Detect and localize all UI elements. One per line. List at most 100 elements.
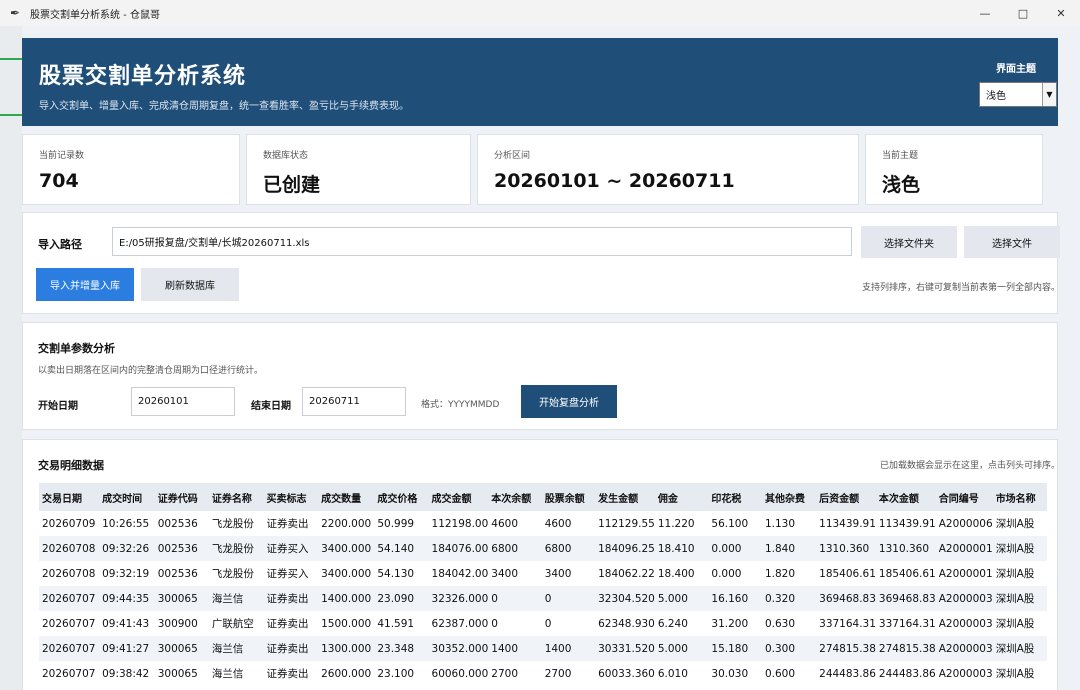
analysis-panel: 交割单参数分析 以卖出日期落在区间内的完整清仓周期为口径进行统计。 开始日期 2… [22,322,1058,430]
table-cell: 3400.000 [318,536,375,561]
table-row[interactable]: 20260707 09:38:42 300065 海兰信 证券卖出 2600.000 23.… [39,661,1047,686]
table-cell: 002536 [157,567,198,580]
table-cell: 30352.000 [428,636,489,661]
table-cell: 1400.000 [318,586,375,611]
table-cell: 300900 [157,617,198,630]
column-header[interactable]: 买卖标志 [263,483,319,511]
table-cell: 6.010 [657,667,688,680]
table-cell: 1.130 [764,517,796,530]
table-cell: 1310.360 [816,536,876,561]
table-cell: 09:41:43 [102,617,150,630]
column-header[interactable]: 成交数量 [318,483,375,511]
column-header[interactable]: 其他杂费 [761,483,817,511]
table-cell: 0 [541,586,596,611]
column-header[interactable]: 成交金额 [428,483,489,511]
table-row[interactable]: 20260707 09:44:35 300065 海兰信 证券卖出 1400.000 23.… [39,586,1047,611]
table-cell: 60033.360 [598,667,655,680]
column-header[interactable]: 佣金 [654,483,709,511]
table-cell: 深圳A股 [995,618,1035,630]
stat-card-range: 分析区间 20260101 ~ 20260711 [477,134,859,205]
column-header[interactable]: 交易日期 [39,483,100,511]
table-cell: 60060.000 [431,667,489,680]
table-cell: 5.000 [654,636,709,661]
table-cell: 1400 [541,636,596,661]
column-header[interactable]: 后资金额 [816,483,876,511]
table-cell: 1500.000 [321,617,372,630]
table-row[interactable]: 20260708 09:32:26 002536 飞龙股份 证券买入 3400.000 54… [39,536,1047,561]
table-cell: 0.630 [764,617,796,630]
table-cell: 1.840 [761,536,817,561]
table-cell: 3400 [491,567,519,580]
app-client: 股票交割单分析系统 导入交割单、增量入库、完成清仓周期复盘，统一查看胜率、盈亏比… [22,26,1080,690]
column-header[interactable]: 股票余额 [541,483,596,511]
table-cell: 184076.00 [428,536,489,561]
table-cell: 深圳A股 [995,668,1035,680]
start-date-label: 开始日期 [38,401,78,412]
table-cell: 300065 [154,586,209,611]
close-button[interactable]: ✕ [1042,0,1080,26]
import-path-input[interactable]: E:/05研报复盘/交割单/长城20260711.xls [112,227,852,256]
table-cell: A2000006 [938,517,993,530]
table-cell: 18.400 [657,567,695,580]
table-cell: 10:26:55 [102,517,150,530]
table-cell: 002536 [154,536,209,561]
column-header[interactable]: 发生金额 [595,483,655,511]
table-cell: 2700 [491,667,519,680]
column-header[interactable]: 印花税 [708,483,762,511]
table-cell: 深圳A股 [992,536,1047,561]
table-cell: 6.240 [657,617,688,630]
import-button[interactable]: 导入并增量入库 [36,268,134,301]
theme-select[interactable]: 浅色 ▼ [979,82,1057,107]
analysis-desc: 以卖出日期落在区间内的完整清仓周期为口径进行统计。 [38,366,264,376]
table-row[interactable]: 20260707 09:41:27 300065 海兰信 证券卖出 1300.000 23.… [39,636,1047,661]
refresh-db-button[interactable]: 刷新数据库 [141,268,239,301]
maximize-button[interactable]: □ [1004,0,1042,26]
table-cell: 0 [491,617,498,630]
table-row[interactable]: 20260709 10:26:55 002536 飞龙股份 证券卖出 2200.000 50… [39,511,1047,536]
table-cell: 1400 [488,636,542,661]
table-cell: 62348.930 [598,617,655,630]
table-cell: 62387.000 [431,617,489,630]
chevron-down-icon[interactable]: ▼ [1042,83,1056,106]
column-header[interactable]: 证券名称 [208,483,264,511]
table-cell: 1.820 [764,567,796,580]
table-cell: 30331.520 [595,636,655,661]
table-cell: 244483.86 [819,667,876,680]
table-cell: 证券卖出 [263,586,319,611]
column-header[interactable]: 成交价格 [374,483,429,511]
stat-card-db-status: 数据库状态 已创建 [246,134,471,205]
table-cell: 56.100 [711,517,749,530]
table-cell: 1310.360 [875,536,936,561]
table-cell: 证券卖出 [266,618,309,630]
column-header[interactable]: 证券代码 [154,483,209,511]
column-header[interactable]: 本次金额 [875,483,936,511]
table-cell: 1300.000 [318,636,375,661]
choose-folder-button[interactable]: 选择文件夹 [861,226,957,258]
stat-card-theme: 当前主题 浅色 [865,134,1043,205]
table-cell: 20260707 [39,636,100,661]
feather-icon: ✒ [10,6,21,20]
table-cell: 2700 [544,667,572,680]
table-cell: 274815.38 [816,636,876,661]
minimize-button[interactable]: — [966,0,1004,26]
column-header[interactable]: 本次余额 [488,483,542,511]
stat-label: 当前主题 [882,151,919,161]
table-cell: 32304.520 [595,586,655,611]
table-cell: A2000003 [935,586,993,611]
trades-table: 交易日期 成交时间 证券代码 证券名称 买卖标志 成交数量 成交价格 成交金额 本次余额 股票余额… [39,483,1047,686]
column-header[interactable]: 成交时间 [99,483,155,511]
end-date-input[interactable]: 20260711 [302,387,406,416]
table-cell: 274815.38 [875,636,936,661]
table-cell: 20260709 [42,517,96,530]
table-cell: 证券卖出 [266,518,309,530]
column-header[interactable]: 市场名称 [992,483,1047,511]
column-header[interactable]: 合同编号 [935,483,993,511]
table-row[interactable]: 20260707 09:41:43 300900 广联航空 证券卖出 1500.000 41… [39,611,1047,636]
table-cell: A2000003 [938,667,993,680]
run-analysis-button[interactable]: 开始复盘分析 [521,385,617,418]
table-cell: 深圳A股 [992,636,1047,661]
start-date-input[interactable]: 20260101 [131,387,235,416]
choose-file-button[interactable]: 选择文件 [964,226,1060,258]
table-cell: 0.300 [761,636,817,661]
table-row[interactable]: 20260708 09:32:19 002536 飞龙股份 证券买入 3400.000 54… [39,561,1047,586]
